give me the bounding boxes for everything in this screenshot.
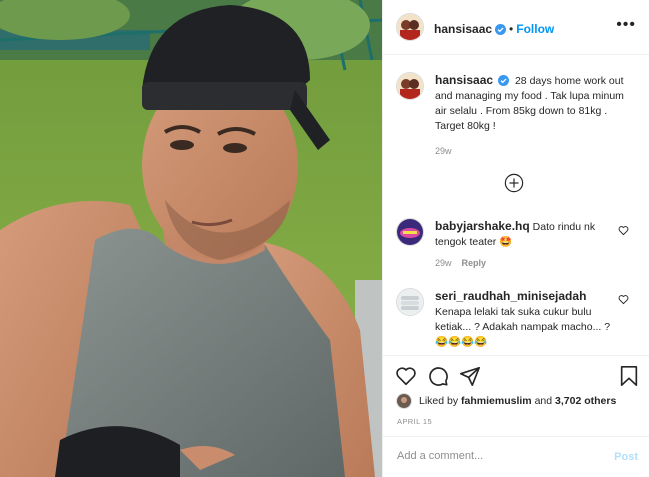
likes-and: and — [534, 395, 553, 407]
add-comment-input[interactable] — [395, 449, 599, 463]
comment-item: seri_raudhah_minisejadah Kenapa lelaki t… — [435, 289, 625, 350]
follow-button[interactable]: Follow — [516, 22, 554, 36]
verified-badge-icon — [498, 75, 510, 86]
post-photo-image — [0, 0, 382, 477]
liked-by-user[interactable]: fahmiemuslim — [461, 395, 532, 407]
comment-avatar[interactable] — [396, 288, 424, 316]
likes-count[interactable]: 3,702 others — [555, 395, 616, 407]
liker-avatar[interactable] — [396, 393, 412, 409]
post-date[interactable]: APRIL 15 — [397, 417, 432, 426]
more-options-icon[interactable]: ••• — [616, 17, 636, 33]
comment-like-icon[interactable] — [618, 225, 629, 236]
post-side-panel: hansisaac • Follow ••• hansisaac 28 days h… — [382, 0, 649, 477]
post-photo[interactable] — [0, 0, 382, 477]
verified-badge-icon — [495, 24, 507, 35]
comment-like-icon[interactable] — [618, 294, 629, 305]
avatar-image — [397, 394, 411, 408]
caption-time: 29w — [435, 146, 452, 156]
post-comment-button[interactable]: Post — [614, 451, 638, 463]
caption-username[interactable]: hansisaac — [435, 73, 493, 87]
likes-summary: Liked by fahmiemuslim and 3,702 others — [419, 395, 616, 407]
caption-avatar[interactable] — [396, 72, 424, 100]
paper-plane-icon[interactable] — [459, 365, 481, 387]
comment-composer: Post — [383, 436, 649, 477]
comment-text: Kenapa lelaki tak suka cukur bulu ketiak… — [435, 306, 611, 348]
plus-circle-icon[interactable] — [504, 173, 524, 193]
comment-meta: 29w Reply — [435, 258, 486, 268]
author-username[interactable]: hansisaac — [434, 22, 492, 36]
avatar-image — [397, 289, 423, 315]
author-avatar[interactable] — [396, 13, 424, 41]
avatar-image — [397, 219, 423, 245]
likes-prefix: Liked by — [419, 395, 459, 407]
comment-item: babyjarshake.hq Dato rindu nk tengok tea… — [435, 219, 625, 250]
header-separator: • — [509, 22, 514, 36]
comment-avatar[interactable] — [396, 218, 424, 246]
reply-button[interactable]: Reply — [462, 258, 487, 268]
post-header: hansisaac • Follow ••• — [383, 0, 649, 55]
comment-username[interactable]: babyjarshake.hq — [435, 219, 530, 233]
post-caption: hansisaac 28 days home work out and mana… — [435, 73, 635, 134]
comment-bubble-icon[interactable] — [427, 365, 449, 387]
comment-time: 29w — [435, 258, 452, 268]
avatar-image — [397, 73, 423, 99]
header-meta: hansisaac • Follow — [434, 20, 554, 38]
heart-icon[interactable] — [395, 365, 417, 387]
comment-username[interactable]: seri_raudhah_minisejadah — [435, 289, 586, 303]
avatar-image — [397, 14, 423, 40]
bookmark-icon[interactable] — [619, 365, 639, 387]
